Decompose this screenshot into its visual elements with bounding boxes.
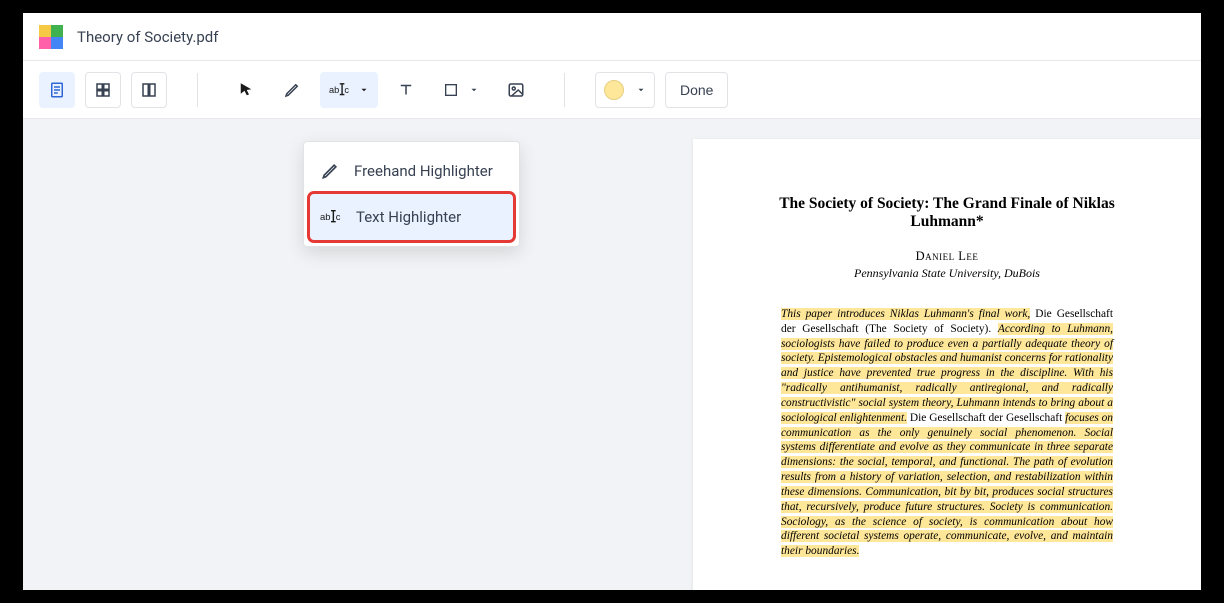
highlighter-tool-button[interactable]: ab c [320,72,378,108]
split-view-button[interactable] [131,72,167,108]
svg-text:c: c [344,85,349,95]
svg-text:ab: ab [320,211,330,222]
cursor-tool-button[interactable] [228,72,264,108]
svg-text:c: c [336,211,341,222]
toolbar: ab c Done [23,61,1201,119]
page-view-button[interactable] [39,72,75,108]
text-highlighter-option[interactable]: ab c Text Highlighter [310,194,513,240]
paper-affiliation: Pennsylvania State University, DuBois [753,266,1141,281]
image-icon [507,81,525,99]
chevron-down-icon [469,85,479,95]
pdf-page[interactable]: The Society of Society: The Grand Finale… [693,139,1201,590]
text-highlight-icon: ab c [329,82,349,98]
document-title: Theory of Society.pdf [77,28,218,46]
square-icon [443,82,459,98]
toolbar-separator [197,73,198,107]
freehand-highlighter-option[interactable]: Freehand Highlighter [310,148,513,194]
grid-icon [94,81,112,99]
text-highlight-icon: ab c [320,208,342,226]
highlighted-text: This paper introduces Niklas Luhmann's f… [781,308,1030,320]
highlighted-text: focuses on communication as the only gen… [781,412,1113,557]
app-window: Theory of Society.pdf ab c [23,13,1201,590]
title-bar: Theory of Society.pdf [23,13,1201,61]
grid-view-button[interactable] [85,72,121,108]
paper-author: Daniel Lee [753,249,1141,264]
pencil-icon [283,81,301,99]
paper-body: When Niklas Luhmann began his career as … [753,587,1141,590]
text-tool-button[interactable] [388,72,424,108]
pencil-tool-button[interactable] [274,72,310,108]
paper-title: The Society of Society: The Grand Finale… [753,195,1141,231]
pencil-icon [320,161,340,181]
chevron-down-icon [359,85,369,95]
app-logo [39,25,63,49]
content-area: Freehand Highlighter ab c Text Highlight… [23,119,1201,590]
paper-abstract: This paper introduces Niklas Luhmann's f… [753,307,1141,559]
chevron-down-icon [636,85,646,95]
done-button[interactable]: Done [665,72,728,108]
color-swatch [604,80,624,100]
text-icon [397,81,415,99]
svg-text:ab: ab [329,85,339,95]
dropdown-item-label: Text Highlighter [356,208,461,226]
split-icon [140,81,158,99]
image-tool-button[interactable] [498,72,534,108]
shape-tool-button[interactable] [434,72,488,108]
page-icon [48,81,66,99]
highlighted-text: According to Luhmann, sociologists have … [781,323,1113,424]
abstract-text: Die Gesellschaft der Gesellschaft [907,412,1065,424]
cursor-icon [237,81,255,99]
toolbar-separator [564,73,565,107]
dropdown-item-label: Freehand Highlighter [354,162,493,180]
highlighter-dropdown: Freehand Highlighter ab c Text Highlight… [303,141,520,247]
color-picker-button[interactable] [595,72,655,108]
